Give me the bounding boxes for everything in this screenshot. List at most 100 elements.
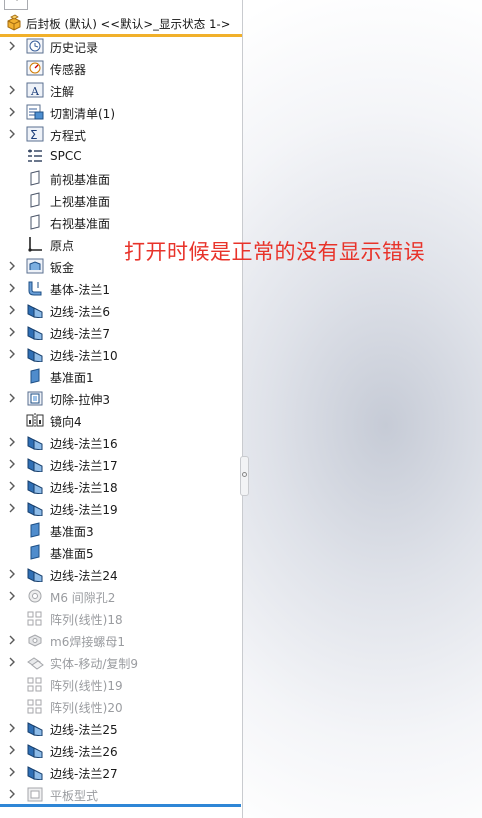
edge-flange-icon [27,326,43,340]
expand-chevron-icon[interactable] [9,503,15,513]
tree-node[interactable]: 边线-法兰17 [0,453,242,475]
part-icon [7,14,21,31]
tree-node[interactable]: 上视基准面 [0,189,242,211]
expand-chevron-icon[interactable] [9,723,15,733]
expand-chevron-icon[interactable] [9,327,15,337]
expand-chevron-icon[interactable] [9,261,15,271]
svg-text:Σ: Σ [30,128,38,142]
tree-node-label: SPCC [50,149,82,163]
expand-chevron-icon[interactable] [9,635,15,645]
tree-node-label: 边线-法兰24 [50,569,118,583]
tree-node[interactable]: 边线-法兰6 [0,299,242,321]
tree-node[interactable]: 基体-法兰1 [0,277,242,299]
edge-flange-icon [27,568,43,582]
tree-node[interactable]: 切割清单(1) [0,101,242,123]
edge-flange-icon [27,348,43,362]
expand-chevron-icon[interactable] [9,591,15,601]
tree-node[interactable]: 平板型式 [0,783,242,805]
tree-node[interactable]: 边线-法兰18 [0,475,242,497]
expand-chevron-icon[interactable] [9,85,15,95]
expand-chevron-icon[interactable] [9,305,15,315]
tree-node[interactable]: 边线-法兰10 [0,343,242,365]
tree-node-label: 基准面3 [50,525,94,539]
tree-node-label: 边线-法兰25 [50,723,118,737]
expand-chevron-icon[interactable] [9,107,15,117]
tree-node[interactable]: 基准面5 [0,541,242,563]
tree-node-label: 边线-法兰17 [50,459,118,473]
tree-node[interactable]: 边线-法兰16 [0,431,242,453]
tree-node-label: 上视基准面 [50,195,111,209]
tree-node[interactable]: m6焊接螺母1 [0,629,242,651]
linear-pattern-icon [27,611,42,626]
tree-node-label: 基准面5 [50,547,94,561]
root-part-label: 后封板 (默认) <<默认>_显示状态 1-> [26,17,231,31]
edge-flange-icon [27,744,43,758]
tree-node[interactable]: 基准面1 [0,365,242,387]
base-flange-icon [28,281,42,296]
tree-node[interactable]: 阵列(线性)20 [0,695,242,717]
hole-wizard-icon [28,589,42,603]
tree-node-label: 边线-法兰10 [50,349,118,363]
expand-chevron-icon[interactable] [9,41,15,51]
tree-node-label: m6焊接螺母1 [50,635,125,649]
plane-icon [30,192,40,208]
expand-chevron-icon[interactable] [9,745,15,755]
filter-button[interactable] [4,0,28,10]
tree-node[interactable]: 镜向4 [0,409,242,431]
linear-pattern-icon [27,699,42,714]
cut-list-icon [26,104,44,120]
sensor-icon [26,60,44,76]
tree-node[interactable]: 基准面3 [0,519,242,541]
edge-flange-icon [27,480,43,494]
tree-node[interactable]: M6 间隙孔2 [0,585,242,607]
tree-node[interactable]: 切除-拉伸3 [0,387,242,409]
root-part-node[interactable]: 后封板 (默认) <<默认>_显示状态 1-> [0,12,242,37]
panel-splitter-handle[interactable] [240,456,249,496]
tree-node-label: 边线-法兰27 [50,767,118,781]
rollback-bar[interactable] [0,804,241,807]
expand-chevron-icon[interactable] [9,767,15,777]
flat-pattern-icon [27,787,43,802]
edge-flange-icon [27,436,43,450]
tree-node[interactable]: 边线-法兰19 [0,497,242,519]
expand-chevron-icon[interactable] [9,569,15,579]
expand-chevron-icon[interactable] [9,349,15,359]
tree-node[interactable]: 边线-法兰27 [0,761,242,783]
feature-tree: 历史记录 传感器 A 注解 切割清单(1) Σ 方程式 SPCC 前视基准面上视基准面右视基准面… [0,35,242,805]
plane-icon [30,214,40,230]
expand-chevron-icon[interactable] [9,459,15,469]
tree-node-label: 边线-法兰26 [50,745,118,759]
move-copy-icon [27,657,44,670]
tree-node[interactable]: 阵列(线性)18 [0,607,242,629]
edge-flange-icon [27,502,43,516]
tree-node[interactable]: 传感器 [0,57,242,79]
tree-node[interactable]: SPCC [0,145,242,167]
tree-node[interactable]: 实体-移动/复制9 [0,651,242,673]
tree-node[interactable]: A 注解 [0,79,242,101]
tree-node[interactable]: 边线-法兰7 [0,321,242,343]
tree-node-label: 基体-法兰1 [50,283,110,297]
tree-node[interactable]: Σ 方程式 [0,123,242,145]
tree-node[interactable]: 边线-法兰26 [0,739,242,761]
edge-flange-icon [27,458,43,472]
tree-node[interactable]: 前视基准面 [0,167,242,189]
linear-pattern-icon [27,677,42,692]
expand-chevron-icon[interactable] [9,129,15,139]
tree-node[interactable]: 右视基准面 [0,211,242,233]
expand-chevron-icon[interactable] [9,481,15,491]
expand-chevron-icon[interactable] [9,393,15,403]
tree-node[interactable]: 阵列(线性)19 [0,673,242,695]
tree-node[interactable]: 边线-法兰25 [0,717,242,739]
tree-node-label: 阵列(线性)20 [50,701,123,715]
tree-node-label: 钣金 [50,261,75,275]
edge-flange-icon [27,766,43,780]
sheet-metal-icon [26,258,44,274]
expand-chevron-icon[interactable] [9,657,15,667]
tree-node[interactable]: 边线-法兰24 [0,563,242,585]
plane-icon [30,170,40,186]
tree-node[interactable]: 历史记录 [0,35,242,57]
expand-chevron-icon[interactable] [9,283,15,293]
ref-plane-icon [30,544,40,560]
expand-chevron-icon[interactable] [9,789,15,799]
expand-chevron-icon[interactable] [9,437,15,447]
